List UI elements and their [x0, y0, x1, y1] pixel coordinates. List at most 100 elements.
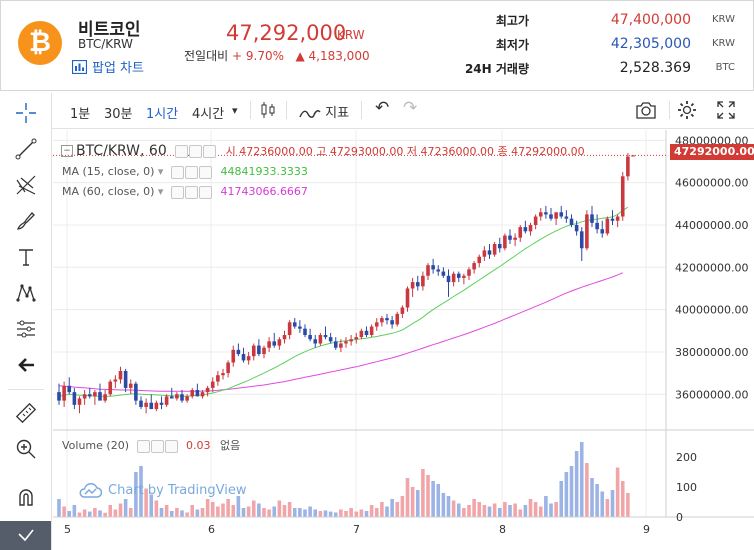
- volume-bar: [164, 505, 169, 517]
- volume-bar: [185, 512, 189, 517]
- candle-body: [472, 263, 476, 270]
- volume-bar: [400, 496, 405, 517]
- candle-body: [569, 218, 574, 225]
- volume-bar: [308, 506, 312, 517]
- volume-bar: [108, 505, 113, 517]
- collapse-toggle-icon[interactable]: −: [61, 145, 73, 157]
- candle-body: [559, 212, 564, 217]
- volume-bar: [446, 496, 451, 517]
- current-price: 47,292,000: [226, 21, 347, 45]
- ohlc-close-label: 종: [497, 145, 508, 158]
- candle-body: [554, 212, 558, 219]
- volume-bar: [323, 510, 328, 517]
- volume-bar: [195, 509, 200, 517]
- brush-icon[interactable]: [12, 207, 40, 235]
- volume-bar: [503, 502, 507, 517]
- crosshair-icon[interactable]: [12, 99, 40, 127]
- stat-label: 최고가: [495, 14, 529, 28]
- pattern-tool-icon[interactable]: [12, 279, 40, 307]
- tradingview-watermark[interactable]: Chart by TradingView: [78, 482, 246, 498]
- y-tick-label: 38000000.00: [675, 346, 748, 359]
- candle-body: [262, 347, 266, 355]
- candle-body: [359, 330, 364, 338]
- candle-body: [405, 288, 410, 308]
- candle-type-icon[interactable]: [260, 101, 276, 123]
- volume-bar: [298, 508, 302, 517]
- popup-chart-link[interactable]: 팝업 차트: [72, 57, 144, 76]
- ma15-line: [58, 206, 629, 397]
- stat-label: 최저가: [495, 38, 529, 52]
- zoom-in-icon[interactable]: [12, 435, 40, 463]
- ma60-controls[interactable]: [170, 185, 213, 199]
- volume-bar: [190, 505, 195, 517]
- candle-body: [328, 337, 333, 342]
- candle-body: [149, 402, 154, 410]
- change-percent: + 9.70%: [232, 49, 284, 63]
- candle-body: [98, 392, 102, 401]
- candle-body: [282, 335, 287, 340]
- series-controls[interactable]: [175, 143, 217, 159]
- candle-body: [323, 335, 328, 338]
- candle-body: [134, 383, 138, 401]
- indicators-button[interactable]: 지표: [299, 102, 349, 121]
- arrow-back-icon[interactable]: [12, 351, 40, 379]
- text-tool-icon[interactable]: [12, 243, 40, 271]
- fullscreen-icon[interactable]: [716, 100, 736, 124]
- volume-bar: [554, 502, 558, 517]
- candle-body: [574, 224, 579, 232]
- volume-legend: Volume (20) 0.03 없음: [62, 437, 240, 453]
- toolbar-divider: [361, 101, 362, 119]
- chart-area[interactable]: 36000000.00 38000000.00 40000000.00 4200000…: [53, 130, 754, 550]
- volume-bar: [528, 499, 533, 517]
- volume-bar: [431, 481, 435, 517]
- volume-bar: [456, 503, 461, 517]
- screenshot-icon[interactable]: [635, 100, 657, 124]
- candle-body: [585, 214, 589, 249]
- volume-controls[interactable]: [136, 439, 179, 453]
- volume-bar: [98, 510, 102, 517]
- candle-body: [620, 176, 625, 217]
- candle-body: [333, 341, 338, 348]
- interval-4h[interactable]: 4시간: [192, 103, 224, 122]
- candle-body: [564, 216, 569, 219]
- ma15-legend: MA (15, close, 0) ▾ 44841933.3333: [62, 165, 308, 179]
- candle-body: [195, 390, 200, 397]
- ruler-icon[interactable]: [12, 399, 40, 427]
- volume-bar: [169, 511, 174, 517]
- ohlc-low: 47236000.00: [420, 145, 494, 158]
- interval-30m[interactable]: 30분: [104, 103, 133, 122]
- interval-1h[interactable]: 1시간: [146, 103, 178, 122]
- candle-body: [400, 307, 405, 314]
- candle-body: [482, 250, 487, 257]
- trend-line-icon[interactable]: [12, 135, 40, 163]
- change-amount: 4,183,000: [308, 49, 370, 63]
- volume-bar: [303, 509, 307, 517]
- ohlc-high: 47293000.00: [329, 145, 404, 158]
- volume-bar: [472, 499, 476, 517]
- volume-bar: [262, 508, 266, 517]
- volume-bar: [82, 509, 87, 517]
- fib-retracement-icon[interactable]: [12, 171, 40, 199]
- ma60-line: [58, 272, 623, 392]
- volume-bar: [533, 502, 538, 517]
- volume-value: 0.03: [186, 439, 211, 452]
- y-tick-label: 40000000.00: [675, 304, 748, 317]
- volume-bar: [349, 508, 353, 517]
- volume-bar: [62, 506, 66, 517]
- candle-body: [190, 390, 195, 397]
- ma15-controls[interactable]: [170, 165, 213, 179]
- volume-bar: [492, 503, 497, 517]
- volume-tick-label: 0: [676, 511, 683, 524]
- ohlc-low-label: 저: [406, 145, 417, 158]
- candle-body: [615, 216, 620, 221]
- undo-icon[interactable]: ↶: [375, 98, 389, 118]
- settings-gear-icon[interactable]: [676, 99, 698, 125]
- candle-body: [533, 216, 538, 225]
- up-arrow-icon: ▲: [295, 49, 305, 63]
- interval-dropdown-icon[interactable]: ▾: [232, 104, 238, 117]
- prediction-tool-icon[interactable]: [12, 315, 40, 343]
- interval-1m[interactable]: 1분: [70, 103, 90, 122]
- redo-icon[interactable]: ↷: [403, 98, 417, 118]
- hide-drawings-button[interactable]: [0, 521, 51, 550]
- magnet-icon[interactable]: [12, 483, 40, 511]
